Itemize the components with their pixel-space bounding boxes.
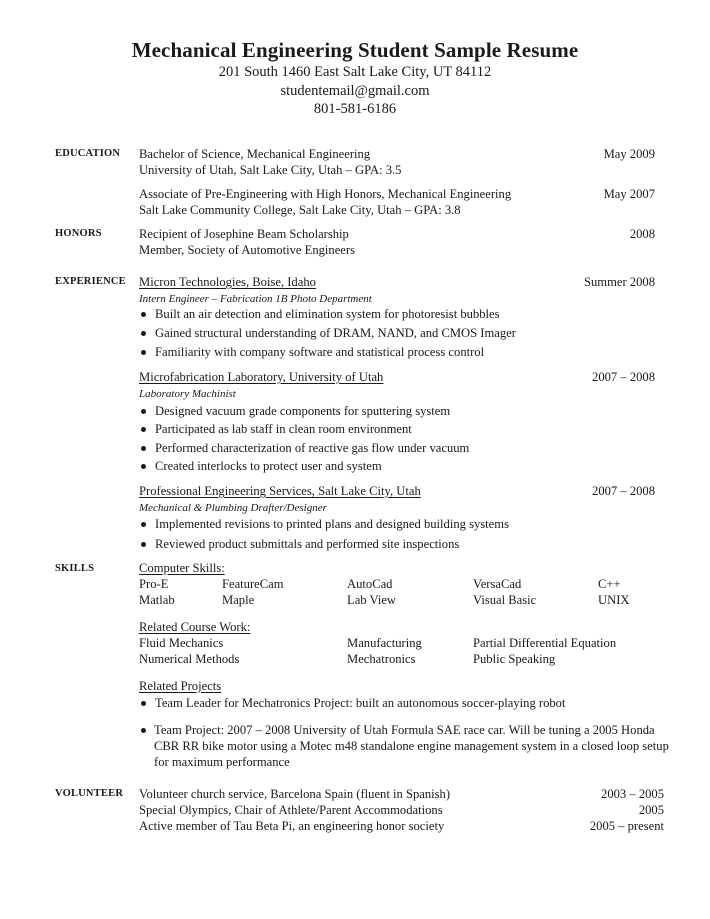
section-label-volunteer: VOLUNTEER xyxy=(55,788,124,799)
education-date: May 2009 xyxy=(603,147,655,161)
honors-date: 2008 xyxy=(629,227,655,241)
education-school: Salt Lake Community College, Salt Lake C… xyxy=(139,203,461,217)
bullet-icon xyxy=(141,349,146,355)
section-label-education: EDUCATION xyxy=(55,148,121,159)
resume-header: Mechanical Engineering Student Sample Re… xyxy=(0,37,710,119)
job-bullet: Designed vacuum grade components for spu… xyxy=(139,402,450,421)
honor-item: Member, Society of Automotive Engineers xyxy=(139,243,355,257)
job-title: Laboratory Machinist xyxy=(139,388,236,400)
volunteer-date: 2005 – present xyxy=(589,819,664,833)
course-item: Fluid Mechanics xyxy=(139,636,224,650)
bullet-text: Participated as lab staff in clean room … xyxy=(155,422,412,436)
course-item: Numerical Methods xyxy=(139,652,240,666)
volunteer-item: Active member of Tau Beta Pi, an enginee… xyxy=(139,819,445,833)
course-item: Public Speaking xyxy=(473,652,556,666)
bullet-icon xyxy=(141,311,146,317)
bullet-text: Reviewed product submittals and performe… xyxy=(155,537,460,551)
skill-item: Lab View xyxy=(347,593,397,607)
phone: 801-581-6186 xyxy=(313,101,397,117)
bullet-text: Designed vacuum grade components for spu… xyxy=(155,404,451,418)
volunteer-item: Special Olympics, Chair of Athlete/Paren… xyxy=(139,803,443,817)
job-bullet: Implemented revisions to printed plans a… xyxy=(139,515,509,534)
section-label-experience: EXPERIENCE xyxy=(55,276,126,287)
bullet-icon xyxy=(141,408,146,414)
skill-item: VersaCad xyxy=(473,577,522,591)
resume-page: Mechanical Engineering Student Sample Re… xyxy=(0,0,710,919)
job-bullet: Familiarity with company software and st… xyxy=(139,343,484,362)
projects-heading: Related Projects xyxy=(139,679,222,693)
section-label-honors: HONORS xyxy=(55,228,102,239)
education-date: May 2007 xyxy=(603,187,655,201)
skill-item: C++ xyxy=(598,577,621,591)
skill-item: Matlab xyxy=(139,593,175,607)
computer-skills-heading: Computer Skills: xyxy=(139,561,225,575)
job-bullet: Participated as lab staff in clean room … xyxy=(139,420,412,439)
course-item: Mechatronics xyxy=(347,652,416,666)
bullet-icon xyxy=(141,521,146,527)
skill-item: UNIX xyxy=(598,593,630,607)
project-bullet: Team Leader for Mechatronics Project: bu… xyxy=(139,694,565,713)
job-employer: Micron Technologies, Boise, Idaho xyxy=(139,275,316,289)
education-degree: Associate of Pre-Engineering with High H… xyxy=(139,187,512,201)
email: studentemail@gmail.com xyxy=(280,82,430,99)
job-bullet: Built an air detection and elimination s… xyxy=(139,305,500,324)
bullet-icon xyxy=(141,700,146,706)
course-item: Partial Differential Equation xyxy=(473,636,617,650)
bullet-text: Created interlocks to protect user and s… xyxy=(155,459,382,473)
bullet-icon xyxy=(141,541,146,547)
skill-item: Pro-E xyxy=(139,577,169,591)
bullet-text: Team Project: 2007 – 2008 University of … xyxy=(154,723,669,769)
skill-item: FeatureCam xyxy=(222,577,284,591)
bullet-text: Performed characterization of reactive g… xyxy=(155,441,470,455)
job-date: 2007 – 2008 xyxy=(592,484,655,498)
job-bullet: Created interlocks to protect user and s… xyxy=(139,457,382,476)
course-work-heading: Related Course Work: xyxy=(139,620,251,634)
bullet-text: Built an air detection and elimination s… xyxy=(155,307,500,321)
skill-item: AutoCad xyxy=(347,577,393,591)
education-degree: Bachelor of Science, Mechanical Engineer… xyxy=(139,147,371,161)
bullet-text: Gained structural understanding of DRAM,… xyxy=(155,326,516,340)
bullet-icon xyxy=(141,728,146,733)
job-bullet: Gained structural understanding of DRAM,… xyxy=(139,324,516,343)
job-date: 2007 – 2008 xyxy=(592,370,655,384)
section-label-skills: SKILLS xyxy=(55,563,95,574)
bullet-text: Team Leader for Mechatronics Project: bu… xyxy=(155,696,566,710)
bullet-icon xyxy=(141,445,146,451)
job-employer: Microfabrication Laboratory, University … xyxy=(139,370,384,384)
job-title: Mechanical & Plumbing Drafter/Designer xyxy=(139,502,327,514)
bullet-icon xyxy=(141,426,146,432)
course-item: Manufacturing xyxy=(347,636,422,650)
education-school: University of Utah, Salt Lake City, Utah… xyxy=(139,163,402,177)
skill-item: Maple xyxy=(222,593,255,607)
resume-title: Mechanical Engineering Student Sample Re… xyxy=(131,38,579,62)
volunteer-date: 2005 xyxy=(638,803,664,817)
project-bullet: Team Project: 2007 – 2008 University of … xyxy=(141,722,674,770)
job-employer: Professional Engineering Services, Salt … xyxy=(139,484,421,498)
bullet-icon xyxy=(141,463,146,469)
job-bullet: Performed characterization of reactive g… xyxy=(139,439,469,458)
job-date: Summer 2008 xyxy=(583,275,655,289)
job-bullet: Reviewed product submittals and performe… xyxy=(139,535,459,554)
volunteer-date: 2003 – 2005 xyxy=(601,787,664,801)
bullet-text: Familiarity with company software and st… xyxy=(155,345,485,359)
volunteer-item: Volunteer church service, Barcelona Spai… xyxy=(139,787,451,801)
bullet-text: Implemented revisions to printed plans a… xyxy=(155,517,509,531)
skill-item: Visual Basic xyxy=(473,593,537,607)
honor-item: Recipient of Josephine Beam Scholarship xyxy=(139,227,349,241)
address: 201 South 1460 East Salt Lake City, UT 8… xyxy=(218,64,492,80)
bullet-icon xyxy=(141,330,146,336)
